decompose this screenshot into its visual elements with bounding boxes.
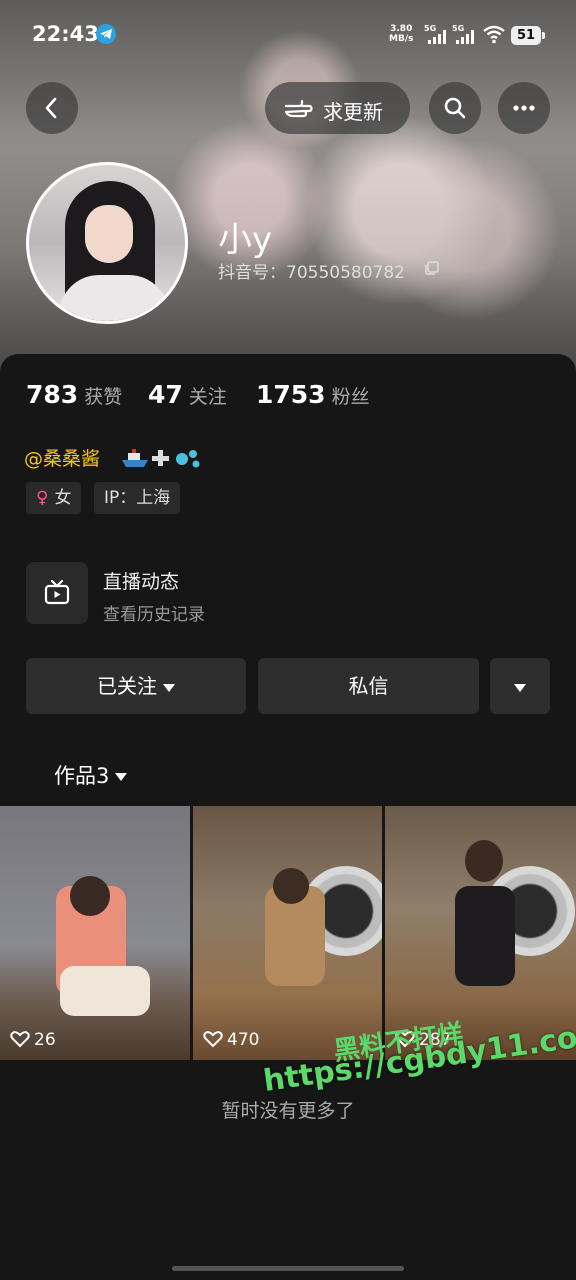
message-label: 私信 — [348, 674, 389, 698]
heart-icon — [10, 1031, 30, 1048]
network-speed: 3.80 MB/s — [389, 24, 413, 44]
search-button[interactable] — [429, 82, 481, 134]
like-count-value: 470 — [227, 1030, 260, 1050]
status-time: 22:43 — [32, 22, 99, 46]
thumb-figure-shape — [465, 840, 503, 882]
stat-likes-value: 783 — [26, 380, 79, 409]
followed-label: 已关注 — [97, 674, 157, 698]
back-icon — [45, 97, 57, 119]
wifi-icon — [483, 25, 505, 44]
search-icon — [444, 97, 466, 119]
female-icon: ♀ — [36, 488, 49, 508]
request-update-label: 求更新 — [323, 100, 383, 124]
hand-pointing-icon — [284, 99, 313, 118]
telegram-icon — [96, 24, 116, 44]
chevron-down-icon — [115, 773, 128, 781]
gender-tag: ♀ 女 — [26, 482, 82, 514]
works-tab-label: 作品3 — [54, 764, 110, 788]
stat-likes-label: 获赞 — [84, 386, 123, 408]
more-button[interactable] — [498, 82, 550, 134]
like-count: 26 — [10, 1030, 56, 1050]
heart-icon — [203, 1031, 223, 1048]
live-dynamics-title[interactable]: 直播动态 — [103, 567, 179, 594]
thumb-figure-shape — [455, 886, 515, 986]
signal-icon-sim2: 5G — [452, 24, 478, 46]
home-indicator[interactable] — [172, 1266, 404, 1271]
thumb-figure-shape — [60, 966, 150, 1016]
request-update-button[interactable]: 求更新 — [265, 82, 410, 134]
network-speed-value: 3.80 — [390, 24, 413, 34]
avatar-face-shape — [85, 205, 133, 263]
back-button[interactable] — [26, 82, 78, 134]
thumb-figure-shape — [70, 876, 110, 916]
ip-location-tag: IP：上海 — [94, 482, 181, 514]
network-speed-unit: MB/s — [389, 34, 414, 44]
stat-followers[interactable]: 1753 粉丝 — [256, 380, 370, 409]
live-dynamics-icon-box[interactable] — [26, 562, 88, 624]
status-bar: 22:43 3.80 MB/s 5G 5G 51 — [0, 0, 576, 70]
tab-works[interactable]: 作品3 — [54, 760, 128, 790]
no-more-content-text: 暂时没有更多了 — [221, 1100, 355, 1122]
followed-button[interactable]: 已关注 — [26, 658, 246, 714]
stat-followers-label: 粉丝 — [331, 386, 370, 408]
stat-likes[interactable]: 783 获赞 — [26, 380, 122, 409]
more-actions-dropdown-button[interactable] — [490, 658, 550, 714]
profile-name: 小y — [218, 220, 273, 260]
like-count: 470 — [203, 1030, 259, 1050]
ship-plus-bubbles-emoji-icon — [122, 449, 200, 468]
live-dynamics-subtitle: 查看历史记录 — [103, 605, 205, 625]
more-icon — [513, 105, 535, 111]
battery-indicator: 51 — [511, 26, 545, 45]
tv-icon — [44, 579, 70, 605]
gender-label: 女 — [54, 488, 72, 508]
stat-following[interactable]: 47 关注 — [148, 380, 227, 409]
stat-following-label: 关注 — [188, 386, 227, 408]
video-thumbnail-2[interactable]: 470 — [193, 806, 382, 1060]
chevron-down-icon — [514, 683, 526, 692]
like-count-value: 26 — [34, 1030, 56, 1050]
video-thumbnail-1[interactable]: 26 — [0, 806, 190, 1060]
avatar-body-shape — [59, 275, 169, 321]
thumb-figure-shape — [273, 868, 309, 904]
message-button[interactable]: 私信 — [258, 658, 479, 714]
chevron-down-icon — [163, 683, 175, 692]
bio-mention-link[interactable]: @桑桑酱 — [24, 444, 100, 471]
profile-avatar[interactable] — [26, 162, 188, 324]
signal-icon-sim1: 5G — [424, 24, 450, 46]
stat-followers-value: 1753 — [256, 380, 326, 409]
stat-following-value: 47 — [148, 380, 183, 409]
copy-icon[interactable] — [424, 260, 440, 276]
douyin-id: 抖音号：70550580782 — [218, 263, 405, 283]
